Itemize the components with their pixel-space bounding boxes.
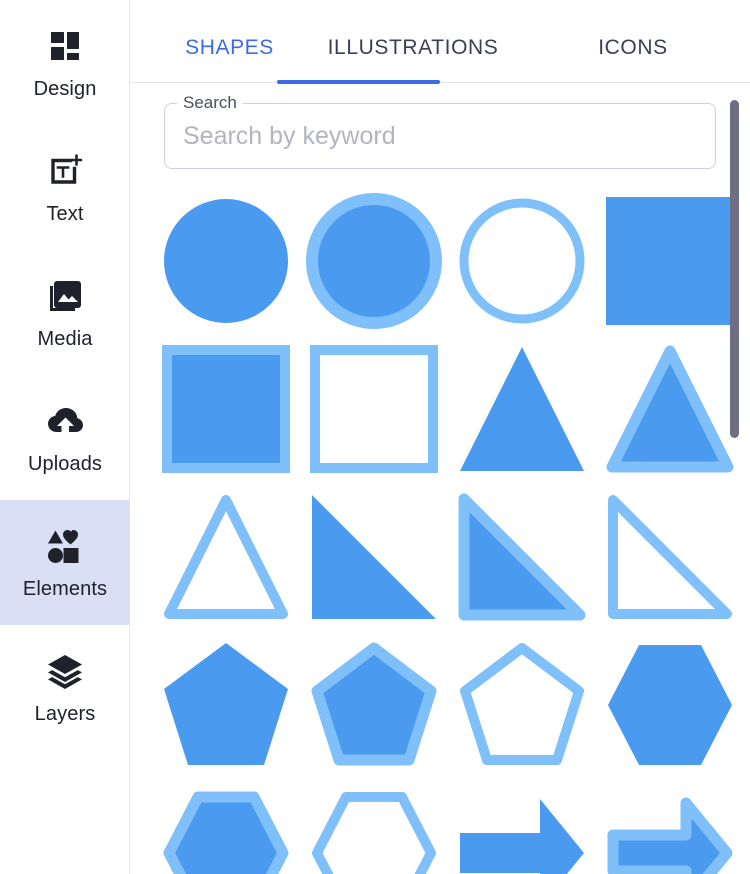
sidebar-item-design[interactable]: Design	[0, 0, 130, 125]
sidebar-item-uploads[interactable]: Uploads	[0, 375, 130, 500]
sidebar-item-elements[interactable]: Elements	[0, 500, 130, 625]
shape-pentagon-outline[interactable]	[448, 631, 596, 779]
shape-triangle-outline[interactable]	[152, 483, 300, 631]
tab-bar: SHAPES ILLUSTRATIONS ICONS	[130, 0, 750, 84]
search-section: Search	[130, 83, 750, 169]
sidebar-item-label: Design	[33, 78, 97, 100]
cloud-upload-icon	[45, 401, 85, 441]
shape-circle-filled[interactable]	[152, 187, 300, 335]
shape-square-filled[interactable]	[596, 187, 744, 335]
search-input[interactable]	[165, 104, 715, 168]
sidebar-item-label: Uploads	[27, 453, 103, 475]
layers-icon	[45, 651, 85, 691]
shape-triangle-filled-outlined[interactable]	[596, 335, 744, 483]
tab-illustrations[interactable]: ILLUSTRATIONS	[323, 36, 503, 76]
tab-shapes[interactable]: SHAPES	[148, 36, 311, 76]
active-tab-indicator	[277, 80, 440, 84]
sidebar-item-label: Text	[46, 203, 84, 225]
shape-pentagon-filled[interactable]	[152, 631, 300, 779]
elements-panel-app: Design Text Media Uploads Elements Layer…	[0, 0, 750, 874]
vertical-scrollbar-thumb[interactable]	[730, 100, 739, 438]
shape-right-triangle-filled-outlined[interactable]	[448, 483, 596, 631]
shape-pentagon-filled-outlined[interactable]	[300, 631, 448, 779]
sidebar-item-media[interactable]: Media	[0, 250, 130, 375]
grid-icon	[45, 26, 85, 66]
tab-icons[interactable]: ICONS	[553, 36, 713, 76]
shape-hexagon-filled-outlined[interactable]	[152, 779, 300, 874]
sidebar-item-label: Layers	[34, 703, 96, 725]
shape-triangle-filled[interactable]	[448, 335, 596, 483]
shape-right-triangle-outline[interactable]	[596, 483, 744, 631]
shape-circle-filled-outlined[interactable]	[300, 187, 448, 335]
shape-hexagon-filled[interactable]	[596, 631, 744, 779]
vertical-scrollbar-track[interactable]	[730, 84, 739, 874]
sidebar-item-text[interactable]: Text	[0, 125, 130, 250]
sidebar-item-label: Elements	[22, 578, 108, 600]
text-add-icon	[45, 151, 85, 191]
shape-arrow-right-filled-outlined[interactable]	[596, 779, 744, 874]
sidebar-item-label: Media	[37, 328, 93, 350]
shape-circle-outline[interactable]	[448, 187, 596, 335]
image-icon	[45, 276, 85, 316]
shape-arrow-right-filled[interactable]	[448, 779, 596, 874]
shapes-grid	[130, 169, 750, 874]
left-sidebar: Design Text Media Uploads Elements Layer…	[0, 0, 130, 874]
elements-content-panel: SHAPES ILLUSTRATIONS ICONS Search	[130, 0, 750, 874]
shapes-icon	[45, 526, 85, 566]
shape-square-filled-outlined[interactable]	[152, 335, 300, 483]
search-field[interactable]: Search	[164, 94, 716, 169]
shape-square-outline[interactable]	[300, 335, 448, 483]
sidebar-item-layers[interactable]: Layers	[0, 625, 130, 750]
shape-hexagon-outline[interactable]	[300, 779, 448, 874]
shape-right-triangle-filled[interactable]	[300, 483, 448, 631]
